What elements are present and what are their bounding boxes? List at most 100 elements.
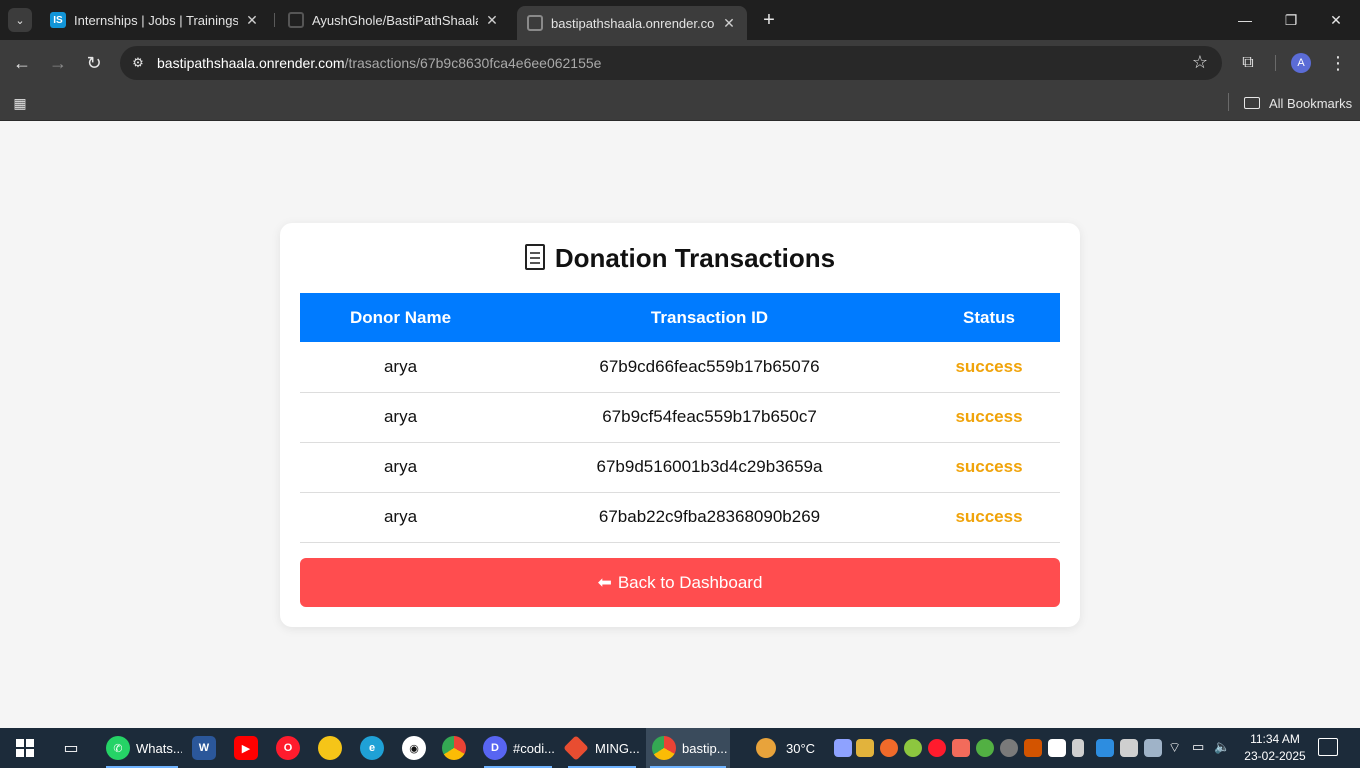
minimize-button[interactable]: — xyxy=(1225,8,1265,32)
page-viewport: Donation Transactions Donor Name Transac… xyxy=(0,121,1360,728)
new-tab-button[interactable]: + xyxy=(757,8,781,32)
tab-internships[interactable]: IS Internships | Jobs | Trainings & Ir ✕ xyxy=(40,6,270,34)
tray-app-icon[interactable] xyxy=(1048,739,1066,757)
tray-app-icon[interactable] xyxy=(1000,739,1018,757)
globe-icon xyxy=(527,15,543,31)
reload-icon[interactable]: ↻ xyxy=(82,51,106,75)
left-arrow-icon: ⬅ xyxy=(597,573,612,592)
notifications-icon[interactable] xyxy=(1318,738,1338,756)
taskbar-opera[interactable]: O xyxy=(276,728,300,768)
donor-name-cell: arya xyxy=(300,442,501,493)
transactions-card: Donation Transactions Donor Name Transac… xyxy=(280,223,1080,627)
bookmarks-bar: ▦ All Bookmarks xyxy=(0,86,1360,121)
status-cell: success xyxy=(918,492,1060,543)
taskbar-youtube[interactable]: ▶ xyxy=(234,728,258,768)
github-icon: ◉ xyxy=(402,736,426,760)
github-icon xyxy=(288,12,304,28)
tray-app-icon[interactable] xyxy=(1096,739,1114,757)
edge-icon: e xyxy=(360,736,384,760)
system-clock[interactable]: 11:34 AM 23-02-2025 xyxy=(1236,731,1314,765)
folder-icon xyxy=(1244,97,1260,109)
tray-app-icon[interactable] xyxy=(904,739,922,757)
table-row: arya 67b9cf54feac559b17b650c7 success xyxy=(300,392,1060,443)
close-tab-icon[interactable]: ✕ xyxy=(721,15,737,32)
address-bar[interactable]: ⚙ bastipathshaala.onrender.com/trasactio… xyxy=(120,46,1222,80)
tray-app-icon[interactable] xyxy=(976,739,994,757)
weather-widget[interactable]: 30°C xyxy=(756,728,822,768)
youtube-icon: ▶ xyxy=(234,736,258,760)
close-window-button[interactable]: ✕ xyxy=(1316,8,1356,32)
app-icon xyxy=(318,736,342,760)
clock-date: 23-02-2025 xyxy=(1244,749,1306,763)
url-host: bastipathshaala.onrender.com xyxy=(157,55,345,71)
more-menu-icon[interactable]: ⋮ xyxy=(1326,51,1350,75)
discord-icon: D xyxy=(483,736,507,760)
back-to-dashboard-label: Back to Dashboard xyxy=(617,573,763,592)
display-icon[interactable] xyxy=(1144,739,1162,757)
toolbar-divider xyxy=(1275,55,1276,71)
donor-name-cell: arya xyxy=(300,342,501,393)
taskbar-chrome-active[interactable]: bastip... xyxy=(646,728,730,768)
start-button[interactable] xyxy=(10,728,40,768)
windows-logo-icon xyxy=(16,739,34,757)
taskbar-label: Whats... xyxy=(136,740,182,756)
donor-name-cell: arya xyxy=(300,392,501,443)
profile-avatar[interactable]: A xyxy=(1291,53,1311,73)
camera-icon[interactable] xyxy=(1120,739,1138,757)
apps-grid-icon[interactable]: ▦ xyxy=(10,93,30,113)
status-cell: success xyxy=(918,392,1060,443)
maximize-button[interactable]: ❐ xyxy=(1271,8,1311,32)
volume-icon[interactable]: 🔈 xyxy=(1214,739,1232,757)
speaker-tray-icon[interactable] xyxy=(1024,739,1042,757)
back-to-dashboard-button[interactable]: ⬅ Back to Dashboard xyxy=(300,558,1060,607)
opera-tray-icon[interactable] xyxy=(928,739,946,757)
table-row: arya 67b9cd66feac559b17b65076 success xyxy=(300,342,1060,393)
table-row: arya 67b9d516001b3d4c29b3659a success xyxy=(300,442,1060,493)
tab-title: Internships | Jobs | Trainings & Ir xyxy=(74,12,238,28)
tab-separator xyxy=(274,13,275,27)
battery-icon[interactable]: ▭ xyxy=(1192,739,1210,757)
taskbar-label: #codi... xyxy=(513,740,555,756)
table-header-row: Donor Name Transaction ID Status xyxy=(300,293,1060,342)
taskbar-word[interactable]: W xyxy=(192,728,216,768)
navigation-bar: ← → ↻ ⚙ bastipathshaala.onrender.com/tra… xyxy=(0,40,1360,86)
tab-github-repo[interactable]: AyushGhole/BastiPathShaala: O ✕ xyxy=(278,6,510,34)
internshala-icon: IS xyxy=(50,12,66,28)
taskbar-app[interactable] xyxy=(318,728,342,768)
tab-bastipathshaala-active[interactable]: bastipathshaala.onrender.com/t ✕ xyxy=(517,6,747,40)
tray-app-icon[interactable] xyxy=(880,739,898,757)
forward-arrow-icon[interactable]: → xyxy=(46,51,70,75)
tray-app-icon[interactable] xyxy=(856,739,874,757)
all-bookmarks-button[interactable]: All Bookmarks xyxy=(1244,93,1352,113)
usb-icon[interactable] xyxy=(1072,739,1084,757)
task-view-icon[interactable]: ▭ xyxy=(58,728,84,768)
taskbar-edge[interactable]: e xyxy=(360,728,384,768)
close-tab-icon[interactable]: ✕ xyxy=(244,12,260,29)
transaction-id-cell: 67b9cf54feac559b17b650c7 xyxy=(501,392,918,443)
extensions-puzzle-icon[interactable]: ⧉ xyxy=(1236,51,1260,75)
close-tab-icon[interactable]: ✕ xyxy=(484,12,500,29)
taskbar-github[interactable]: ◉ xyxy=(402,728,426,768)
page-title: Donation Transactions xyxy=(280,243,1080,274)
taskbar-discord[interactable]: D #codi... xyxy=(480,728,556,768)
chrome-icon xyxy=(442,736,466,760)
windows-taskbar: ▭ ✆ Whats... W ▶ O e ◉ D #codi... MING..… xyxy=(0,728,1360,768)
status-cell: success xyxy=(918,442,1060,493)
tab-title: bastipathshaala.onrender.com/t xyxy=(551,15,715,31)
taskbar-chrome[interactable] xyxy=(442,728,468,768)
donor-name-cell: arya xyxy=(300,492,501,543)
taskbar-git-bash[interactable]: MING... xyxy=(564,728,640,768)
wifi-icon[interactable]: ⌔ xyxy=(1168,739,1186,757)
site-info-icon[interactable]: ⚙ xyxy=(128,53,148,73)
bookmark-star-icon[interactable]: ☆ xyxy=(1192,52,1208,73)
url-text[interactable]: bastipathshaala.onrender.com/trasactions… xyxy=(157,55,601,71)
transaction-id-cell: 67bab22c9fba28368090b269 xyxy=(501,492,918,543)
discord-tray-icon[interactable] xyxy=(834,739,852,757)
weather-temp: 30°C xyxy=(786,740,816,756)
all-bookmarks-label: All Bookmarks xyxy=(1269,95,1353,111)
back-arrow-icon[interactable]: ← xyxy=(10,51,34,75)
taskbar-whatsapp[interactable]: ✆ Whats... xyxy=(102,728,182,768)
tab-search-chevron-icon[interactable]: ⌄ xyxy=(8,8,32,32)
page-title-text: Donation Transactions xyxy=(554,243,836,273)
tray-app-icon[interactable] xyxy=(952,739,970,757)
